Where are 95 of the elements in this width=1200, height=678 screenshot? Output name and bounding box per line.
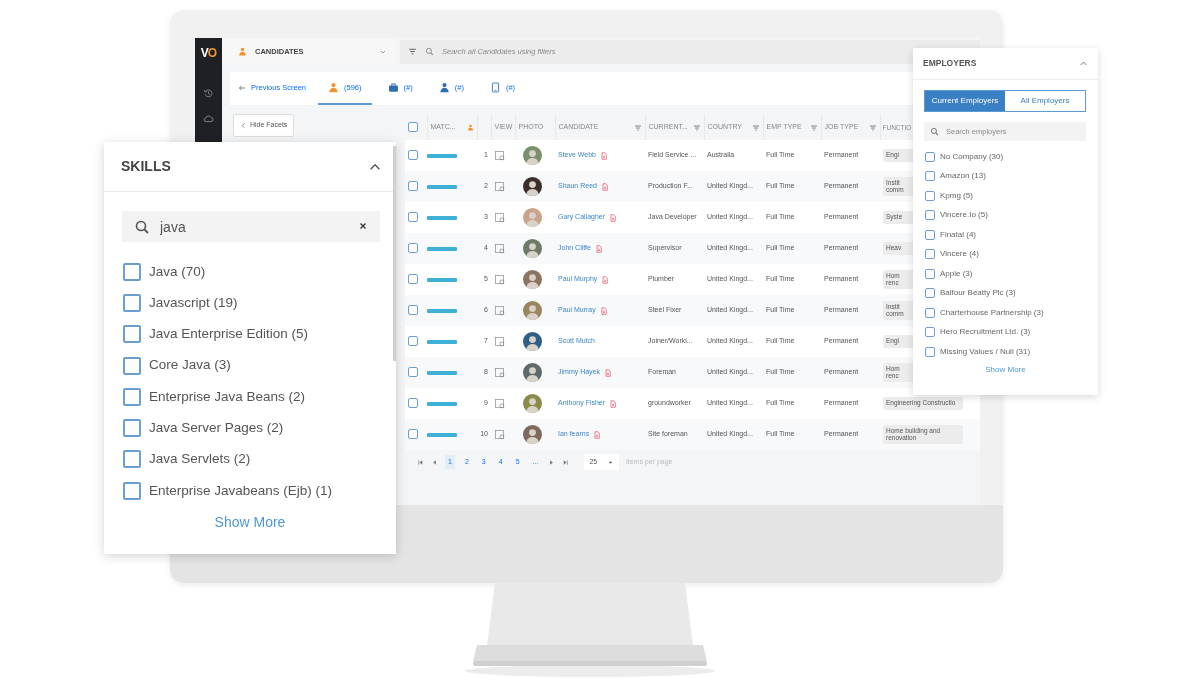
checkbox[interactable] (408, 336, 418, 347)
preview-icon[interactable] (494, 429, 505, 440)
filter-icon[interactable] (408, 47, 417, 56)
option-label: Java Enterprise Edition (5) (149, 325, 309, 344)
avatar (523, 425, 542, 444)
avatar (523, 363, 542, 382)
checkbox[interactable] (408, 150, 418, 161)
checkbox[interactable] (408, 212, 418, 223)
avatar (523, 146, 542, 165)
checkbox[interactable] (123, 356, 141, 375)
filter-toggle[interactable]: Current Employers (925, 91, 1005, 111)
show-more-link[interactable]: Show More (985, 364, 1026, 374)
logo: VO (200, 45, 217, 62)
document-icon[interactable] (600, 182, 609, 191)
option-label: Missing Values / Null (31) (940, 345, 1031, 358)
history-icon[interactable] (203, 88, 214, 99)
person-icon (238, 47, 247, 56)
briefcase-icon (387, 82, 399, 93)
person-icon (328, 82, 340, 93)
checkbox[interactable] (408, 367, 418, 378)
checkbox[interactable] (408, 181, 418, 192)
chevron-left-icon (240, 122, 247, 129)
search-icon (425, 47, 434, 56)
checkbox[interactable] (925, 229, 935, 240)
search-icon (134, 219, 150, 235)
checkbox[interactable] (925, 346, 935, 357)
checkbox[interactable] (925, 288, 935, 299)
checkbox[interactable] (408, 305, 418, 316)
checkbox[interactable] (925, 171, 935, 182)
option-label: Java Servlets (2) (149, 450, 251, 469)
arrow-left-icon (238, 83, 246, 92)
panel-title: SKILLS (121, 157, 171, 176)
avatar (523, 270, 542, 289)
avatar (523, 177, 542, 196)
last-page-icon[interactable] (562, 458, 570, 466)
option-label: Core Java (3) (149, 356, 231, 375)
next-page-icon[interactable] (548, 458, 556, 466)
preview-icon[interactable] (494, 336, 505, 347)
preview-icon[interactable] (494, 274, 505, 285)
avatar (523, 332, 542, 351)
previous-page-icon[interactable] (431, 458, 438, 466)
option-label: Balfour Beatty Plc (3) (940, 287, 1016, 300)
person-icon (466, 124, 474, 131)
checkbox[interactable] (123, 481, 141, 500)
option-label: Enterprise Java Beans (2) (149, 387, 306, 406)
checkbox[interactable] (408, 243, 418, 254)
checkbox[interactable] (925, 249, 935, 260)
checkbox[interactable] (925, 151, 935, 162)
preview-icon[interactable] (494, 367, 505, 378)
avatar (523, 301, 542, 320)
document-icon[interactable] (593, 430, 602, 439)
option-label: Java Server Pages (2) (149, 419, 284, 437)
avatar (523, 239, 542, 258)
checkbox[interactable] (925, 190, 935, 201)
checkbox[interactable] (123, 325, 141, 344)
option-label: Finatal (4) (940, 228, 976, 241)
document-icon[interactable] (600, 151, 608, 160)
preview-icon[interactable] (494, 305, 505, 316)
checkbox[interactable] (123, 262, 141, 281)
search-icon (930, 127, 939, 136)
checkbox[interactable] (123, 419, 141, 438)
preview-icon[interactable] (494, 212, 505, 223)
option-label: Javascript (19) (149, 293, 238, 312)
option-label: Java (70) (149, 262, 206, 281)
first-page-icon[interactable] (417, 458, 424, 466)
document-icon[interactable] (594, 244, 603, 253)
checkbox[interactable] (408, 398, 418, 409)
checkbox[interactable] (925, 307, 935, 318)
document-icon[interactable] (604, 368, 612, 377)
checkbox[interactable] (408, 274, 418, 285)
document-icon[interactable] (599, 306, 608, 315)
preview-icon[interactable] (494, 181, 505, 192)
preview-icon[interactable] (494, 398, 505, 409)
avatar (523, 208, 542, 227)
clear-icon[interactable] (358, 221, 368, 231)
checkbox[interactable] (408, 122, 418, 133)
show-more-link[interactable]: Show More (214, 514, 286, 531)
checkbox[interactable] (123, 387, 141, 406)
document-icon[interactable] (609, 399, 618, 408)
preview-icon[interactable] (494, 243, 505, 254)
search-field[interactable]: java (122, 211, 380, 242)
option-label: Enterprise Javabeans (Ejb) (1) (149, 481, 333, 500)
avatar (523, 394, 542, 413)
cloud-icon[interactable] (203, 113, 214, 124)
preview-icon[interactable] (494, 150, 505, 161)
document-icon[interactable] (601, 275, 610, 284)
checkbox[interactable] (123, 293, 141, 312)
person-icon (438, 82, 450, 93)
tablet-icon (489, 82, 501, 93)
checkbox[interactable] (408, 429, 418, 440)
checkbox[interactable] (925, 210, 935, 221)
checkbox[interactable] (925, 268, 935, 279)
checkbox[interactable] (123, 450, 141, 469)
checkbox[interactable] (925, 327, 935, 338)
document-icon[interactable] (609, 213, 618, 222)
